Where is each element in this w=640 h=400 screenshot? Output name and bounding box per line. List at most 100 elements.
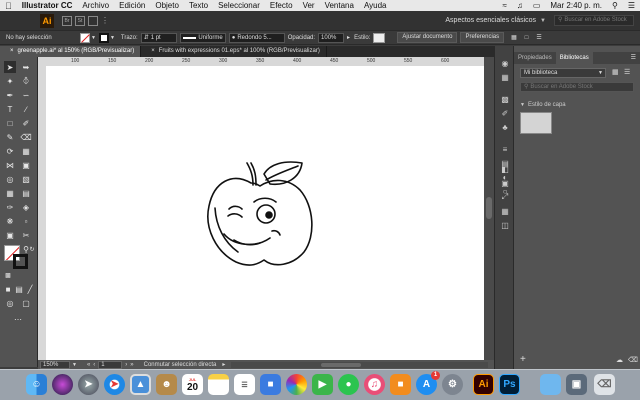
swap-colors-icon[interactable]: ↻ xyxy=(26,243,38,255)
none-mode-icon[interactable]: ╱ xyxy=(24,283,36,295)
library-select[interactable]: Mi biblioteca ▼ xyxy=(520,68,606,78)
preview-icon[interactable]: ▲ xyxy=(130,374,151,395)
width-tool-icon[interactable]: ⋈ xyxy=(4,159,16,171)
pathfinder-icon[interactable]: ◫ xyxy=(500,220,510,230)
menu-efecto[interactable]: Efecto xyxy=(265,1,298,10)
next-artboard-icon[interactable]: › xyxy=(125,362,127,368)
close-icon[interactable]: × xyxy=(151,46,155,57)
tab-properties[interactable]: Propiedades xyxy=(514,52,556,64)
vertical-scrollbar[interactable] xyxy=(484,57,494,360)
section-header[interactable]: ▼ Estilo de capa xyxy=(520,102,566,108)
menubar-clock[interactable]: Mar 2:40 p. m. xyxy=(545,1,607,10)
tab-libraries[interactable]: Bibliotecas xyxy=(555,52,593,64)
list-view-icon[interactable]: ☰ xyxy=(624,68,630,76)
stroke-dropdown-icon[interactable]: ▼ xyxy=(110,35,115,41)
preferences-button[interactable]: Preferencias xyxy=(460,32,505,43)
brushes-icon[interactable]: ✐ xyxy=(500,108,510,118)
artboards-icon[interactable]: ▣ xyxy=(500,178,510,188)
align-icon[interactable]: ▦ xyxy=(511,34,517,41)
opacity-label[interactable]: Opacidad: xyxy=(288,35,315,41)
opacity-arrow-icon[interactable]: ▸ xyxy=(347,34,350,41)
photos-icon[interactable] xyxy=(286,374,307,395)
more-tools-icon[interactable]: ⋯ xyxy=(12,313,24,325)
free-transform-tool-icon[interactable]: ▣ xyxy=(20,159,32,171)
symbol-sprayer-tool-icon[interactable]: ❋ xyxy=(4,215,16,227)
artboard-canvas[interactable] xyxy=(46,66,484,360)
menu-seleccionar[interactable]: Seleccionar xyxy=(213,1,265,10)
folder-icon[interactable] xyxy=(540,374,561,395)
lasso-tool-icon[interactable]: ⦽ xyxy=(20,75,32,87)
last-artboard-icon[interactable]: » xyxy=(130,362,133,368)
status-arrow-icon[interactable]: ▸ xyxy=(222,361,225,368)
menu-objeto[interactable]: Objeto xyxy=(150,1,184,10)
horizontal-scrollbar[interactable] xyxy=(231,361,488,368)
stroke-weight-field[interactable]: ⇵ 1 pt xyxy=(140,32,177,43)
volume-icon[interactable]: ♫ xyxy=(512,1,528,10)
apple-drawing[interactable] xyxy=(46,66,484,360)
gpu-icon[interactable]: ⋮ xyxy=(101,16,111,26)
trash-icon[interactable]: ⌫ xyxy=(594,374,615,395)
apple-icon[interactable]:  xyxy=(0,1,17,11)
transform-icon[interactable]: □ xyxy=(525,35,529,41)
stroke-label[interactable]: Trazo: xyxy=(121,35,138,41)
panel-menu-icon[interactable]: ☰ xyxy=(631,52,636,64)
menu-ayuda[interactable]: Ayuda xyxy=(359,1,392,10)
wifi-icon[interactable]: ≈ xyxy=(497,1,511,10)
curvature-tool-icon[interactable]: ∽ xyxy=(20,89,32,101)
eraser-tool-icon[interactable]: ⌫ xyxy=(20,131,32,143)
safari-icon[interactable]: ➤ xyxy=(104,374,125,395)
siri-icon[interactable] xyxy=(52,374,73,395)
app-name-menu[interactable]: Illustrator CC xyxy=(17,1,78,10)
align-panel-icon[interactable]: ▦ xyxy=(500,206,510,216)
stroke-panel-icon[interactable]: ≡ xyxy=(500,144,510,154)
launchpad-icon[interactable]: ➤ xyxy=(78,374,99,395)
trash-icon[interactable]: ⌫ xyxy=(628,356,638,364)
mesh-tool-icon[interactable]: ▦ xyxy=(4,187,16,199)
chevron-down-icon[interactable]: ▼ xyxy=(540,18,546,24)
system-preferences-icon[interactable]: ⚙ xyxy=(442,374,463,395)
photoshop-icon[interactable]: Ps xyxy=(499,374,520,395)
zoom-field[interactable]: 150% xyxy=(40,360,70,369)
itunes-icon[interactable]: ♫ xyxy=(364,374,385,395)
opacity-field[interactable]: 100% xyxy=(318,32,345,43)
column-graph-tool-icon[interactable]: ▫ xyxy=(20,215,32,227)
shape-builder-tool-icon[interactable]: ◎ xyxy=(4,173,16,185)
workspace-switcher[interactable]: Aspectos esenciales clásicos xyxy=(445,17,536,24)
reminders-icon[interactable]: ☰ xyxy=(234,374,255,395)
keynote-icon[interactable]: ■ xyxy=(260,374,281,395)
variable-width-profile[interactable]: Uniforme xyxy=(179,32,226,43)
illustrator-icon[interactable]: Ai xyxy=(473,374,494,395)
menu-archivo[interactable]: Archivo xyxy=(77,1,114,10)
layers-icon[interactable]: ◧ xyxy=(500,164,510,174)
calendar-icon[interactable]: JUL 20 xyxy=(182,374,203,395)
arrange-docs-icon[interactable] xyxy=(88,15,98,26)
stock-icon[interactable]: St xyxy=(75,15,85,26)
line-tool-icon[interactable]: ∕ xyxy=(20,103,32,115)
scale-tool-icon[interactable]: ▦ xyxy=(20,145,32,157)
grid-view-icon[interactable]: ▦ xyxy=(612,68,619,76)
scroll-thumb[interactable] xyxy=(321,362,362,367)
eyedropper-tool-icon[interactable]: ✑ xyxy=(4,201,16,213)
menu-ver[interactable]: Ver xyxy=(298,1,320,10)
color-guide-icon[interactable]: ◉ xyxy=(500,58,510,68)
panel-menu-icon[interactable]: ☰ xyxy=(536,34,541,41)
notification-center-icon[interactable]: ☰ xyxy=(623,1,640,10)
finder-icon[interactable]: ☺ xyxy=(26,374,47,395)
color-icon[interactable]: ▦ xyxy=(500,72,510,82)
messages-icon[interactable]: ● xyxy=(338,374,359,395)
slice-tool-icon[interactable]: ✂ xyxy=(20,229,32,241)
blend-tool-icon[interactable]: ◈ xyxy=(20,201,32,213)
tab-greenapple[interactable]: × greenapple.ai* al 150% (RGB/Previsuali… xyxy=(0,46,142,57)
menu-edicion[interactable]: Edición xyxy=(114,1,150,10)
pen-tool-icon[interactable]: ✒ xyxy=(4,89,16,101)
menu-ventana[interactable]: Ventana xyxy=(320,1,359,10)
artboard-number-field[interactable]: 1 xyxy=(98,360,123,369)
direct-selection-tool-icon[interactable]: ➥ xyxy=(20,61,32,73)
shaper-tool-icon[interactable]: ✎ xyxy=(4,131,16,143)
chevron-down-icon[interactable]: ▼ xyxy=(72,362,77,368)
ibooks-icon[interactable]: ■ xyxy=(390,374,411,395)
brush-definition[interactable]: ● Redondo 5... xyxy=(228,32,285,43)
symbols-icon[interactable]: ♣ xyxy=(500,122,510,132)
cloud-sync-icon[interactable]: ☁ xyxy=(616,356,623,364)
type-tool-icon[interactable]: T xyxy=(4,103,16,115)
